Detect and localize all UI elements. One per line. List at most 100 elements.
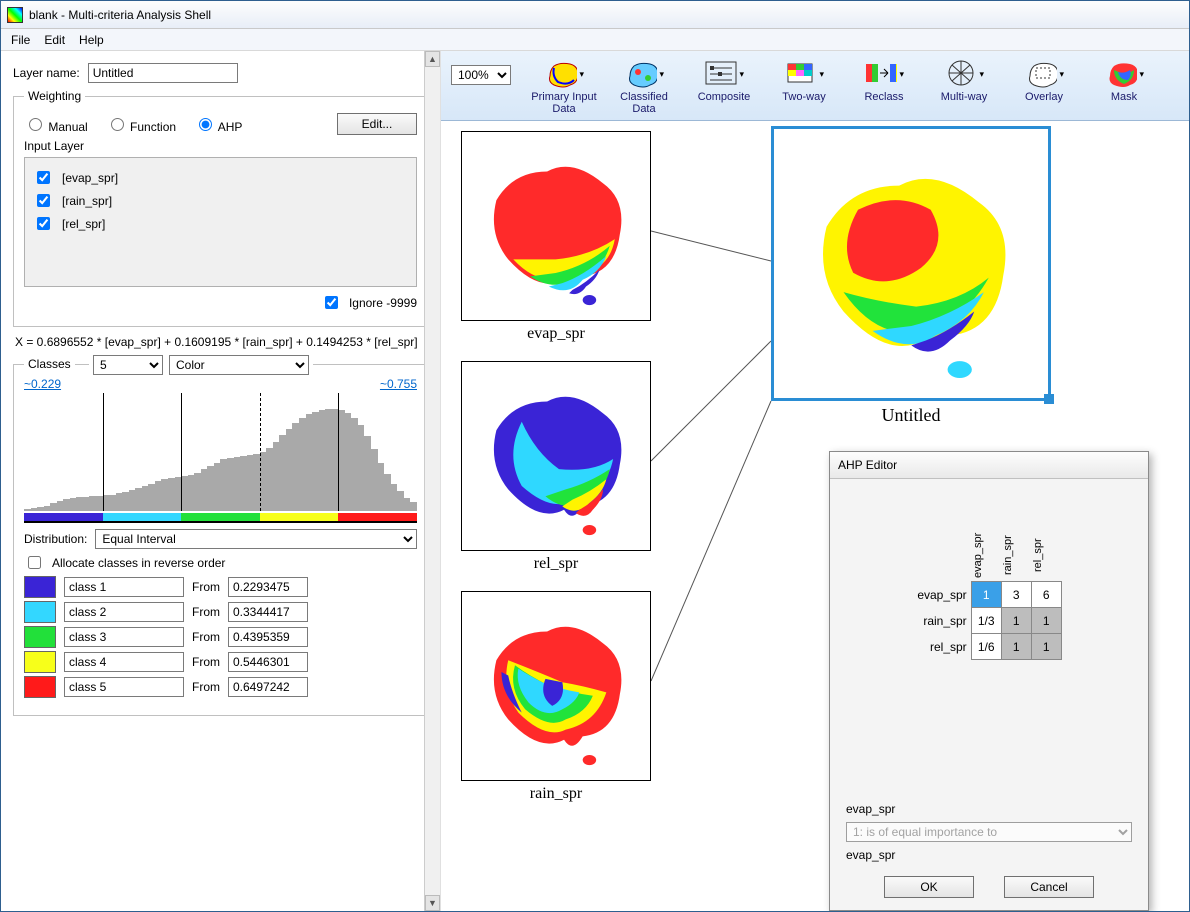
tool-mask[interactable]: Mask [1089,57,1159,115]
scroll-down-icon[interactable]: ▼ [425,895,440,911]
class-swatch[interactable] [24,576,56,598]
class-swatch[interactable] [24,651,56,673]
layer-label: [evap_spr] [62,171,118,185]
allocate-reverse-label: Allocate classes in reverse order [52,556,225,570]
zoom-select[interactable]: 100% [451,65,511,85]
scroll-up-icon[interactable]: ▲ [425,51,440,67]
composite-icon [704,57,744,89]
layer-name-input[interactable] [88,63,238,83]
ahp-cell[interactable]: 1 [1001,634,1031,660]
class-from-input[interactable] [228,577,308,597]
from-label: From [192,680,220,694]
formula-text: X = 0.6896552 * [evap_spr] + 0.1609195 *… [15,335,426,349]
resize-handle[interactable] [1044,394,1054,404]
ahp-cell[interactable]: 1 [1031,608,1061,634]
range-min-link[interactable]: ~0.229 [24,377,61,391]
tool-classified-data[interactable]: Classified Data [609,57,679,115]
thumb-label: evap_spr [461,325,651,343]
overlay-icon [1024,57,1064,89]
class-swatch[interactable] [24,601,56,623]
canvas[interactable]: evap_spr rel_spr rain_spr [441,121,1189,911]
layer-check-rain[interactable] [37,194,50,207]
layer-check-rel[interactable] [37,217,50,230]
tool-reclass[interactable]: Reclass [849,57,919,115]
title-bar: blank - Multi-criteria Analysis Shell [1,1,1189,29]
thumb-rel[interactable] [461,361,651,551]
classified-data-icon [624,57,664,89]
app-window: blank - Multi-criteria Analysis Shell Fi… [0,0,1190,912]
two-way-icon [784,57,824,89]
radio-ahp[interactable]: AHP [194,115,242,134]
radio-function[interactable]: Function [106,115,176,134]
menu-file[interactable]: File [11,33,30,47]
edit-button[interactable]: Edit... [337,113,417,135]
ahp-cell[interactable]: 1 [1001,608,1031,634]
reclass-icon [864,57,904,89]
input-layer-list: [evap_spr] [rain_spr] [rel_spr] [24,157,417,287]
layer-label: [rain_spr] [62,194,112,208]
class-from-input[interactable] [228,652,308,672]
weighting-group: Weighting Manual Function AHP Edit... In… [13,89,428,327]
class-name-input[interactable] [64,602,184,622]
input-layer-label: Input Layer [24,139,417,153]
allocate-reverse-check[interactable] [28,556,41,569]
ahp-cell[interactable]: 1 [1031,634,1061,660]
class-name-input[interactable] [64,577,184,597]
class-name-input[interactable] [64,677,184,697]
weighting-legend: Weighting [24,89,85,103]
class-from-input[interactable] [228,627,308,647]
tool-overlay[interactable]: Overlay [1009,57,1079,115]
classes-group: Classes 5 Color ~0.229 ~0.755 [13,357,428,716]
result-label: Untitled [771,405,1051,426]
mask-icon [1104,57,1144,89]
thumb-evap[interactable] [461,131,651,321]
multi-way-icon [944,57,984,89]
layer-name-label: Layer name: [13,66,80,80]
ahp-title: AHP Editor [830,452,1148,479]
ahp-cell[interactable]: 1/3 [971,608,1001,634]
primary-input-data-icon [544,57,584,89]
thumb-rain[interactable] [461,591,651,781]
class-name-input[interactable] [64,652,184,672]
connector-lines [651,121,791,821]
class-from-input[interactable] [228,677,308,697]
cancel-button[interactable]: Cancel [1004,876,1094,898]
left-scrollbar[interactable]: ▲ ▼ [424,51,440,911]
tool-multi-way[interactable]: Multi-way [929,57,999,115]
ahp-var1: evap_spr [846,802,1132,816]
range-max-link[interactable]: ~0.755 [380,377,417,391]
right-panel: 100% Primary Input DataClassified DataCo… [441,51,1189,911]
ignore-nodata-check[interactable] [325,296,338,309]
result-thumb[interactable] [771,126,1051,401]
color-ramp-select[interactable]: Color [169,355,309,375]
ahp-var2: evap_spr [846,848,1132,862]
ahp-relation-select[interactable]: 1: is of equal importance to [846,822,1132,842]
classes-count-select[interactable]: 5 [93,355,163,375]
thumb-label: rel_spr [461,555,651,573]
left-panel: Layer name: Weighting Manual Function AH… [1,51,441,911]
layer-check-evap[interactable] [37,171,50,184]
menu-edit[interactable]: Edit [44,33,65,47]
toolbar: 100% Primary Input DataClassified DataCo… [441,51,1189,121]
class-from-input[interactable] [228,602,308,622]
class-swatch[interactable] [24,676,56,698]
histogram[interactable] [24,393,417,523]
ok-button[interactable]: OK [884,876,974,898]
radio-manual[interactable]: Manual [24,115,88,134]
ignore-nodata-label: Ignore -9999 [349,296,417,310]
tool-composite[interactable]: Composite [689,57,759,115]
class-swatch[interactable] [24,626,56,648]
ahp-cell[interactable]: 6 [1031,582,1061,608]
ahp-matrix[interactable]: evap_spr rain_spr rel_spr evap_spr136rai… [916,529,1061,660]
ahp-cell[interactable]: 1/6 [971,634,1001,660]
ahp-cell[interactable]: 1 [971,582,1001,608]
menu-bar: File Edit Help [1,29,1189,51]
from-label: From [192,605,220,619]
menu-help[interactable]: Help [79,33,104,47]
tool-two-way[interactable]: Two-way [769,57,839,115]
tool-primary-input-data[interactable]: Primary Input Data [529,57,599,115]
app-icon [7,7,23,23]
distribution-select[interactable]: Equal Interval [95,529,417,549]
ahp-cell[interactable]: 3 [1001,582,1031,608]
class-name-input[interactable] [64,627,184,647]
